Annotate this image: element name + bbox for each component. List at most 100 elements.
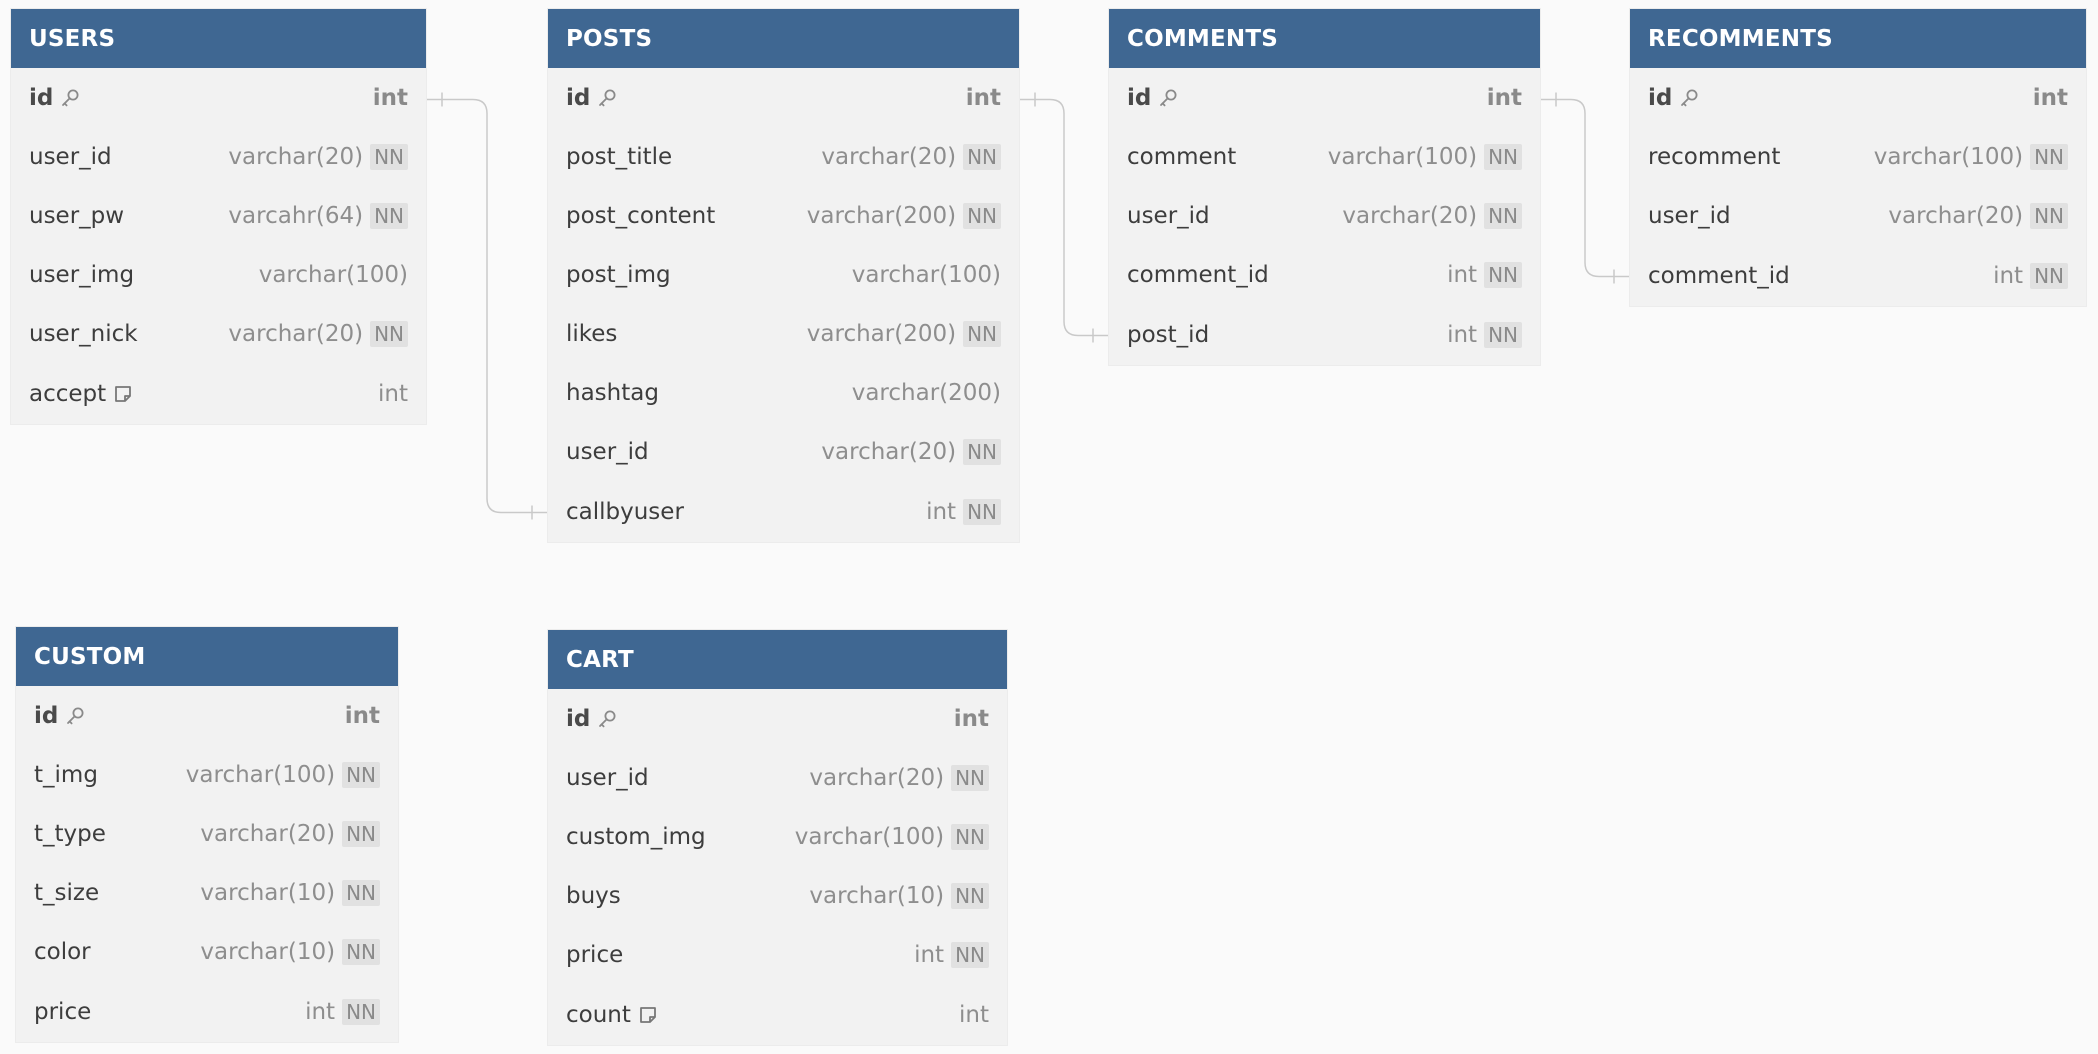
key-icon [597,709,617,729]
column-name-text: t_img [34,761,98,788]
column-row-user_nick[interactable]: user_nick varchar(20) NN [11,304,426,363]
column-name-text: recomment [1648,143,1781,170]
column-row-user_id[interactable]: user_id varchar(20) NN [11,127,426,186]
column-row-id[interactable]: id int [1109,68,1540,127]
column-row-user_id[interactable]: user_id varchar(20) NN [548,422,1019,481]
relationship-line[interactable] [1019,98,1109,337]
column-name: buys [566,883,809,909]
column-name-text: user_nick [29,320,138,347]
column-name: price [34,999,305,1025]
column-name: callbyuser [566,499,926,525]
column-row-user_id[interactable]: user_id varchar(20) NN [548,748,1007,807]
column-name: user_img [29,262,259,288]
relationship-line[interactable] [1540,98,1630,278]
table-header-custom[interactable]: CUSTOM [16,627,398,686]
column-type: varchar(20) [821,143,957,170]
not-null-badge: NN [342,879,380,906]
column-row-id[interactable]: id int [11,68,426,127]
not-null-badge: NN [951,764,989,791]
column-type: int [926,498,957,525]
column-row-price[interactable]: price int NN [548,925,1007,984]
column-row-likes[interactable]: likes varchar(200) NN [548,304,1019,363]
table-cart[interactable]: CART id int user_id varchar(20) NN custom_img v… [548,630,1007,1045]
column-type: int [378,380,408,407]
column-row-post_img[interactable]: post_img varchar(100) [548,245,1019,304]
column-row-user_id[interactable]: user_id varchar(20) NN [1630,186,2086,245]
not-null-badge: NN [370,320,408,347]
table-header-comments[interactable]: COMMENTS [1109,9,1540,68]
column-row-hashtag[interactable]: hashtag varchar(200) [548,363,1019,422]
column-name: user_id [1127,203,1342,229]
column-row-accept[interactable]: accept int [11,363,426,424]
column-name-text: post_img [566,261,671,288]
column-row-count[interactable]: count int [548,984,1007,1045]
column-row-t_size[interactable]: t_size varchar(10) NN [16,863,398,922]
table-custom[interactable]: CUSTOM id int t_img varchar(100) NN t_type varc… [16,627,398,1042]
column-row-id[interactable]: id int [548,689,1007,748]
column-row-comment_id[interactable]: comment_id int NN [1109,245,1540,304]
column-name: user_id [566,765,809,791]
column-row-comment_id[interactable]: comment_id int NN [1630,245,2086,306]
column-name: custom_img [566,824,795,850]
column-name-text: post_title [566,143,673,170]
table-header-cart[interactable]: CART [548,630,1007,689]
column-name: id [29,85,373,111]
table-recomments[interactable]: RECOMMENTS id int recomment varchar(100) NN us… [1630,9,2086,306]
column-type: varchar(20) [809,764,945,791]
column-row-id[interactable]: id int [548,68,1019,127]
column-name: user_id [1648,203,1888,229]
column-name: post_title [566,144,821,170]
column-row-post_title[interactable]: post_title varchar(20) NN [548,127,1019,186]
column-row-buys[interactable]: buys varchar(10) NN [548,866,1007,925]
column-row-user_id[interactable]: user_id varchar(20) NN [1109,186,1540,245]
key-icon [60,88,80,108]
table-header-users[interactable]: USERS [11,9,426,68]
table-posts[interactable]: POSTS id int post_title varchar(20) NN post_co… [548,9,1019,542]
column-name-text: user_id [29,143,112,170]
not-null-badge: NN [1484,143,1522,170]
column-row-callbyuser[interactable]: callbyuser int NN [548,481,1019,542]
column-name-text: id [34,702,59,729]
table-users[interactable]: USERS id int user_id varchar(20) NN user_pw var… [11,9,426,424]
column-row-id[interactable]: id int [1630,68,2086,127]
column-row-post_id[interactable]: post_id int NN [1109,304,1540,365]
not-null-badge: NN [2030,143,2068,170]
table-comments[interactable]: COMMENTS id int comment varchar(100) NN user_i… [1109,9,1540,365]
column-row-custom_img[interactable]: custom_img varchar(100) NN [548,807,1007,866]
table-header-recomments[interactable]: RECOMMENTS [1630,9,2086,68]
column-name-text: id [566,705,591,732]
column-type: varchar(100) [185,761,336,788]
column-name: post_content [566,203,807,229]
column-row-t_img[interactable]: t_img varchar(100) NN [16,745,398,804]
column-row-user_img[interactable]: user_img varchar(100) [11,245,426,304]
column-row-user_pw[interactable]: user_pw varcahr(64) NN [11,186,426,245]
column-type: int [1447,321,1478,348]
table-header-posts[interactable]: POSTS [548,9,1019,68]
not-null-badge: NN [342,938,380,965]
column-name: recomment [1648,144,1874,170]
column-name: comment_id [1127,262,1447,288]
relationship-line[interactable] [426,98,548,514]
column-type: int [372,84,408,111]
column-type: varchar(100) [258,261,408,288]
table-title: CART [566,646,634,673]
column-type: int [344,702,380,729]
column-type: varchar(100) [1873,143,2024,170]
column-row-id[interactable]: id int [16,686,398,745]
not-null-badge: NN [370,143,408,170]
column-row-comment[interactable]: comment varchar(100) NN [1109,127,1540,186]
not-null-badge: NN [963,143,1001,170]
column-row-post_content[interactable]: post_content varchar(200) NN [548,186,1019,245]
not-null-badge: NN [1484,321,1522,348]
column-name-text: color [34,938,91,965]
column-row-color[interactable]: color varchar(10) NN [16,922,398,981]
column-row-t_type[interactable]: t_type varchar(20) NN [16,804,398,863]
column-type: int [914,941,945,968]
column-row-price[interactable]: price int NN [16,981,398,1042]
note-icon[interactable] [638,1005,658,1025]
column-type: varchar(10) [200,879,336,906]
column-name-text: hashtag [566,379,659,406]
not-null-badge: NN [963,438,1001,465]
note-icon[interactable] [113,384,133,404]
column-row-recomment[interactable]: recomment varchar(100) NN [1630,127,2086,186]
